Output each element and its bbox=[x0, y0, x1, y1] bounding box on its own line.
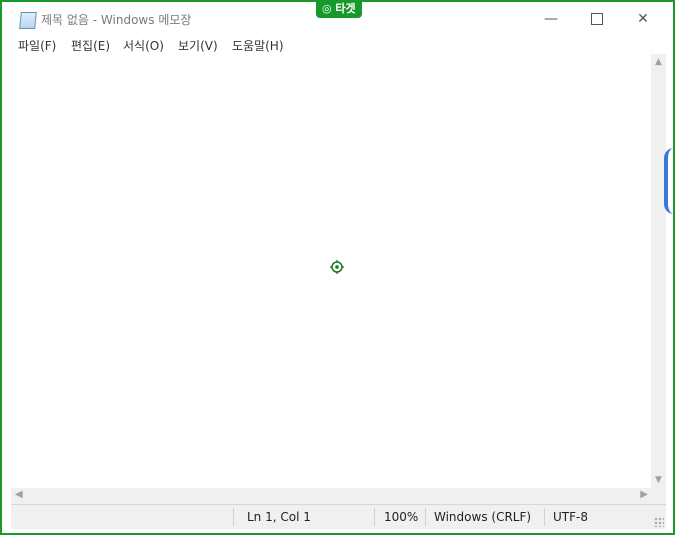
resize-grip-icon[interactable] bbox=[654, 517, 664, 527]
status-bar: Ln 1, Col 1 100% Windows (CRLF) UTF-8 bbox=[11, 504, 666, 529]
menu-file[interactable]: 파일(F) bbox=[18, 37, 56, 54]
encoding: UTF-8 bbox=[553, 510, 588, 524]
status-divider bbox=[544, 508, 545, 526]
background-window-edge bbox=[664, 148, 675, 214]
zoom-level: 100% bbox=[384, 510, 419, 524]
maximize-icon bbox=[591, 13, 603, 25]
scroll-left-icon[interactable]: ◀ bbox=[15, 489, 23, 500]
scroll-up-icon[interactable]: ▲ bbox=[651, 57, 666, 67]
menu-help[interactable]: 도움말(H) bbox=[232, 37, 284, 54]
line-ending: Windows (CRLF) bbox=[434, 510, 532, 524]
menu-edit[interactable]: 편집(E) bbox=[71, 37, 110, 54]
status-divider bbox=[425, 508, 426, 526]
status-divider bbox=[233, 508, 234, 526]
target-badge: ◎ 타겟 bbox=[316, 0, 362, 18]
minimize-button[interactable]: — bbox=[528, 4, 574, 34]
scroll-down-icon[interactable]: ▼ bbox=[651, 475, 666, 485]
status-divider bbox=[374, 508, 375, 526]
target-crosshair-icon bbox=[330, 260, 344, 274]
vertical-scrollbar[interactable]: ▲ ▼ bbox=[651, 54, 666, 488]
menu-format[interactable]: 서식(O) bbox=[123, 37, 164, 54]
menu-view[interactable]: 보기(V) bbox=[178, 37, 218, 54]
notepad-icon bbox=[19, 12, 37, 29]
window-title: 제목 없음 - Windows 메모장 bbox=[41, 13, 192, 27]
horizontal-scrollbar[interactable]: ◀ ▶ bbox=[11, 488, 666, 504]
menu-bar: 파일(F) 편집(E) 서식(O) 보기(V) 도움말(H) bbox=[4, 34, 668, 54]
cursor-position: Ln 1, Col 1 bbox=[247, 510, 311, 524]
maximize-button[interactable] bbox=[574, 4, 620, 34]
scroll-right-icon[interactable]: ▶ bbox=[640, 489, 648, 500]
close-button[interactable]: ✕ bbox=[620, 4, 666, 34]
